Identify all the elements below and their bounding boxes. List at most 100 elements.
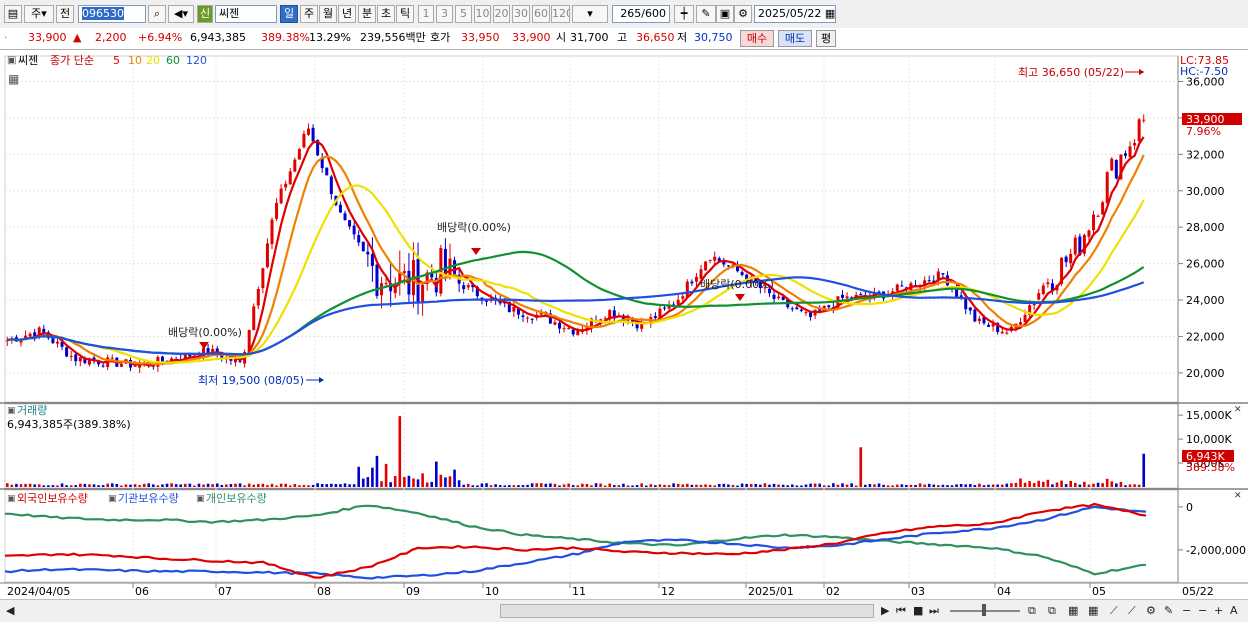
- minute-button-1[interactable]: 3: [436, 5, 453, 23]
- period-button-6[interactable]: 틱: [396, 5, 414, 23]
- date-input[interactable]: 2025/05/22 ▦: [754, 5, 836, 23]
- holdings-menu-icon[interactable]: ▣: [196, 494, 205, 504]
- volume-bar: [987, 484, 990, 487]
- candle-body: [28, 333, 32, 337]
- candle-body: [553, 322, 557, 325]
- period-button-3[interactable]: 년: [338, 5, 356, 23]
- period-button-1[interactable]: 주: [300, 5, 318, 23]
- ma-label: 종가 단순: [50, 54, 94, 67]
- period-button-2[interactable]: 월: [319, 5, 337, 23]
- volume-menu-icon[interactable]: ▣: [7, 406, 16, 416]
- trend-icon[interactable]: ⟋: [1128, 604, 1136, 618]
- minute-button-3[interactable]: 10: [474, 5, 491, 23]
- volume-bar: [361, 478, 365, 487]
- candle-body: [1005, 332, 1009, 334]
- last-price: 33,900: [28, 31, 67, 44]
- volume-bar: [74, 485, 78, 487]
- scroll-thumb[interactable]: [500, 604, 874, 618]
- settings-small-icon[interactable]: ▦: [8, 72, 19, 86]
- period-button-4[interactable]: 분: [358, 5, 376, 23]
- speaker-icon[interactable]: ◀▾: [168, 5, 194, 23]
- panel-menu-icon[interactable]: ▣: [7, 55, 16, 66]
- minute-button-7[interactable]: 120: [551, 5, 570, 23]
- volume-bar: [950, 485, 954, 487]
- minute-button-0[interactable]: 1: [418, 5, 434, 23]
- volume-bar: [234, 483, 237, 487]
- minute-button-6[interactable]: 60: [532, 5, 550, 23]
- volume-bar: [1028, 481, 1031, 487]
- scroll-right-icon[interactable]: ▶: [881, 604, 889, 618]
- buy-button[interactable]: 매수: [740, 30, 774, 47]
- candle-body: [1018, 322, 1022, 325]
- volume-bar: [47, 485, 50, 487]
- volume-bar: [261, 483, 265, 487]
- stock-code-input[interactable]: 096530: [78, 5, 146, 23]
- period-button-0[interactable]: 일: [280, 5, 298, 23]
- change-arrow: ▲: [73, 31, 82, 44]
- date-value: 2025/05/22: [758, 7, 822, 20]
- volume-bar: [964, 484, 968, 487]
- volume-bar: [654, 485, 657, 487]
- stop-icon[interactable]: ■: [913, 604, 923, 618]
- save-icon[interactable]: ▣: [716, 5, 734, 23]
- holdings-menu-icon[interactable]: ▣: [108, 494, 117, 504]
- zoom-slider-handle[interactable]: [982, 604, 986, 616]
- volume-bar: [339, 484, 342, 487]
- prev-button[interactable]: 전: [56, 5, 74, 23]
- pin-icon[interactable]: ✎: [1164, 604, 1173, 618]
- zoom-reset-icon[interactable]: −: [1198, 604, 1207, 618]
- minute-button-5[interactable]: 30: [512, 5, 530, 23]
- market-select[interactable]: 주▾: [24, 5, 54, 23]
- eval-button[interactable]: 평: [816, 30, 836, 47]
- volume-bar: [841, 483, 844, 487]
- volume-close-icon[interactable]: ✕: [1234, 405, 1242, 415]
- minute-button-4[interactable]: 20: [493, 5, 510, 23]
- stock-chart[interactable]: 20,000 22,000 24,000 26,000 28,000 30,000 32,0…: [0, 50, 1248, 599]
- layout-icon[interactable]: ⧉: [1048, 604, 1056, 618]
- volume-bar: [895, 484, 899, 487]
- candle-body: [343, 213, 347, 221]
- ma-legend-item: 5: [113, 54, 120, 67]
- price-tick-label: 30,000: [1186, 185, 1225, 198]
- first-icon[interactable]: ⏮: [896, 604, 906, 618]
- font-size-icon[interactable]: A: [1230, 604, 1238, 618]
- volume-bar: [494, 484, 497, 487]
- zoom-in-icon[interactable]: +: [1214, 604, 1223, 618]
- holdings-close-icon[interactable]: ✕: [1234, 491, 1242, 501]
- settings-icon[interactable]: ⚙: [1146, 604, 1156, 618]
- window-menu-icon[interactable]: ▤: [4, 5, 22, 23]
- sell-button[interactable]: 매도: [778, 30, 812, 47]
- layout-icon[interactable]: ⧉: [1028, 604, 1036, 618]
- trend-icon[interactable]: ⟋: [1110, 604, 1118, 618]
- volume-bar: [416, 479, 420, 487]
- volume-bar: [891, 485, 894, 487]
- scroll-left-icon[interactable]: ◀: [6, 604, 14, 618]
- volume-bar: [1087, 484, 1091, 487]
- candle-body: [133, 365, 137, 367]
- volume-bar: [622, 483, 625, 487]
- search-icon[interactable]: ⌕: [148, 5, 166, 23]
- minute-dropdown[interactable]: ▾: [572, 5, 608, 23]
- stock-name-field[interactable]: 씨젠: [215, 5, 277, 23]
- volume-bar: [188, 483, 192, 487]
- count-input[interactable]: 265/600: [612, 5, 670, 23]
- volume-bar: [526, 484, 529, 487]
- minute-button-2[interactable]: 5: [455, 5, 472, 23]
- volume-bar: [571, 485, 575, 487]
- gear-icon[interactable]: ⚙: [734, 5, 752, 23]
- volume-bar: [649, 484, 653, 487]
- bid-price: 33,900: [512, 31, 551, 44]
- next-icon[interactable]: ⏭: [929, 604, 939, 618]
- zoom-out-icon[interactable]: −: [1182, 604, 1191, 618]
- candle-type-icon[interactable]: ┿: [674, 5, 694, 23]
- holdings-menu-icon[interactable]: ▣: [7, 494, 16, 504]
- change-pct: +6.94%: [138, 31, 183, 44]
- volume-bar: [1064, 484, 1068, 487]
- candle-body: [265, 243, 269, 268]
- grid-icon[interactable]: ▦: [1068, 604, 1078, 618]
- period-button-5[interactable]: 초: [377, 5, 395, 23]
- volume-ratio: 389.38%: [261, 31, 310, 44]
- tools-icon[interactable]: ✎: [696, 5, 716, 23]
- grid-icon[interactable]: ▦: [1088, 604, 1098, 618]
- candle-body: [252, 306, 256, 331]
